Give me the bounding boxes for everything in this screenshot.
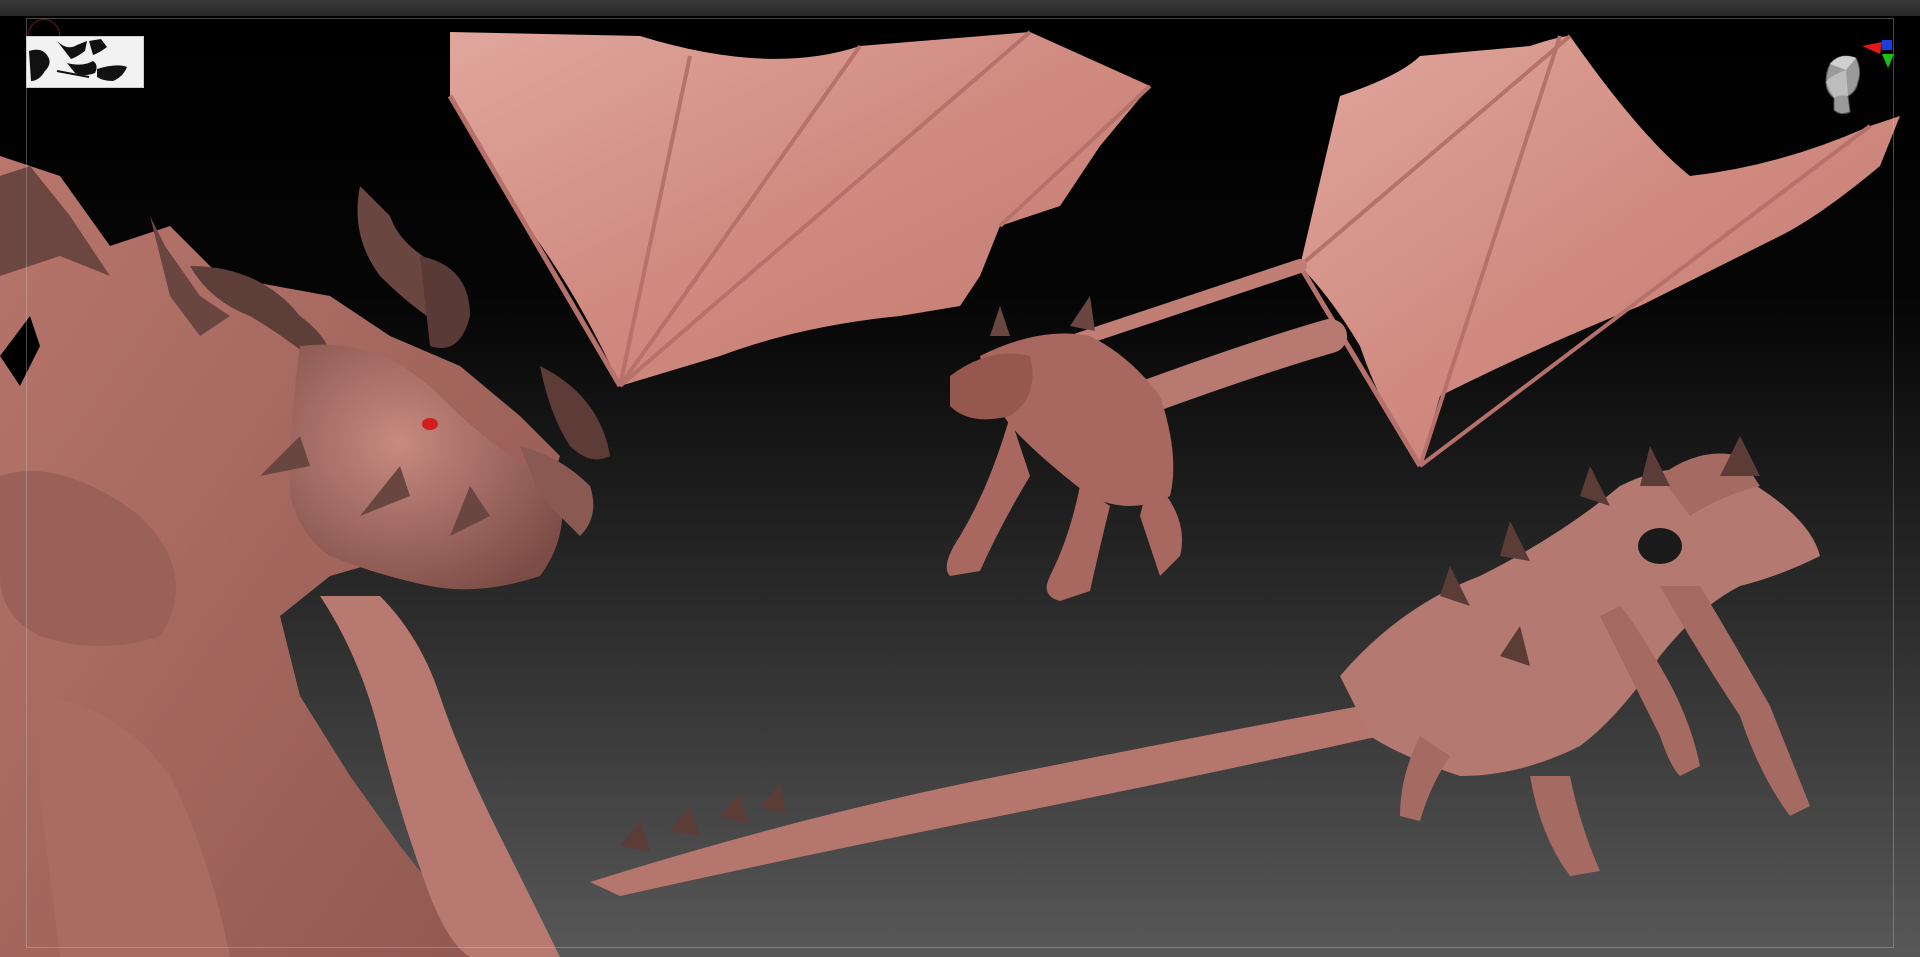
document-thumbnail-icon xyxy=(27,37,143,87)
viewport-canvas[interactable] xyxy=(0,16,1920,957)
xyz-axis-icon xyxy=(1862,40,1894,68)
dragon-render xyxy=(0,30,1900,957)
closeup-dragon xyxy=(0,156,610,957)
walking-dragon xyxy=(590,436,1820,896)
navigator-thumbnail[interactable] xyxy=(26,36,144,88)
orientation-head-icon xyxy=(1825,40,1894,115)
top-menu-strip xyxy=(0,0,1920,17)
orientation-gizmo[interactable] xyxy=(1800,36,1900,136)
sculpt-app xyxy=(0,0,1920,957)
